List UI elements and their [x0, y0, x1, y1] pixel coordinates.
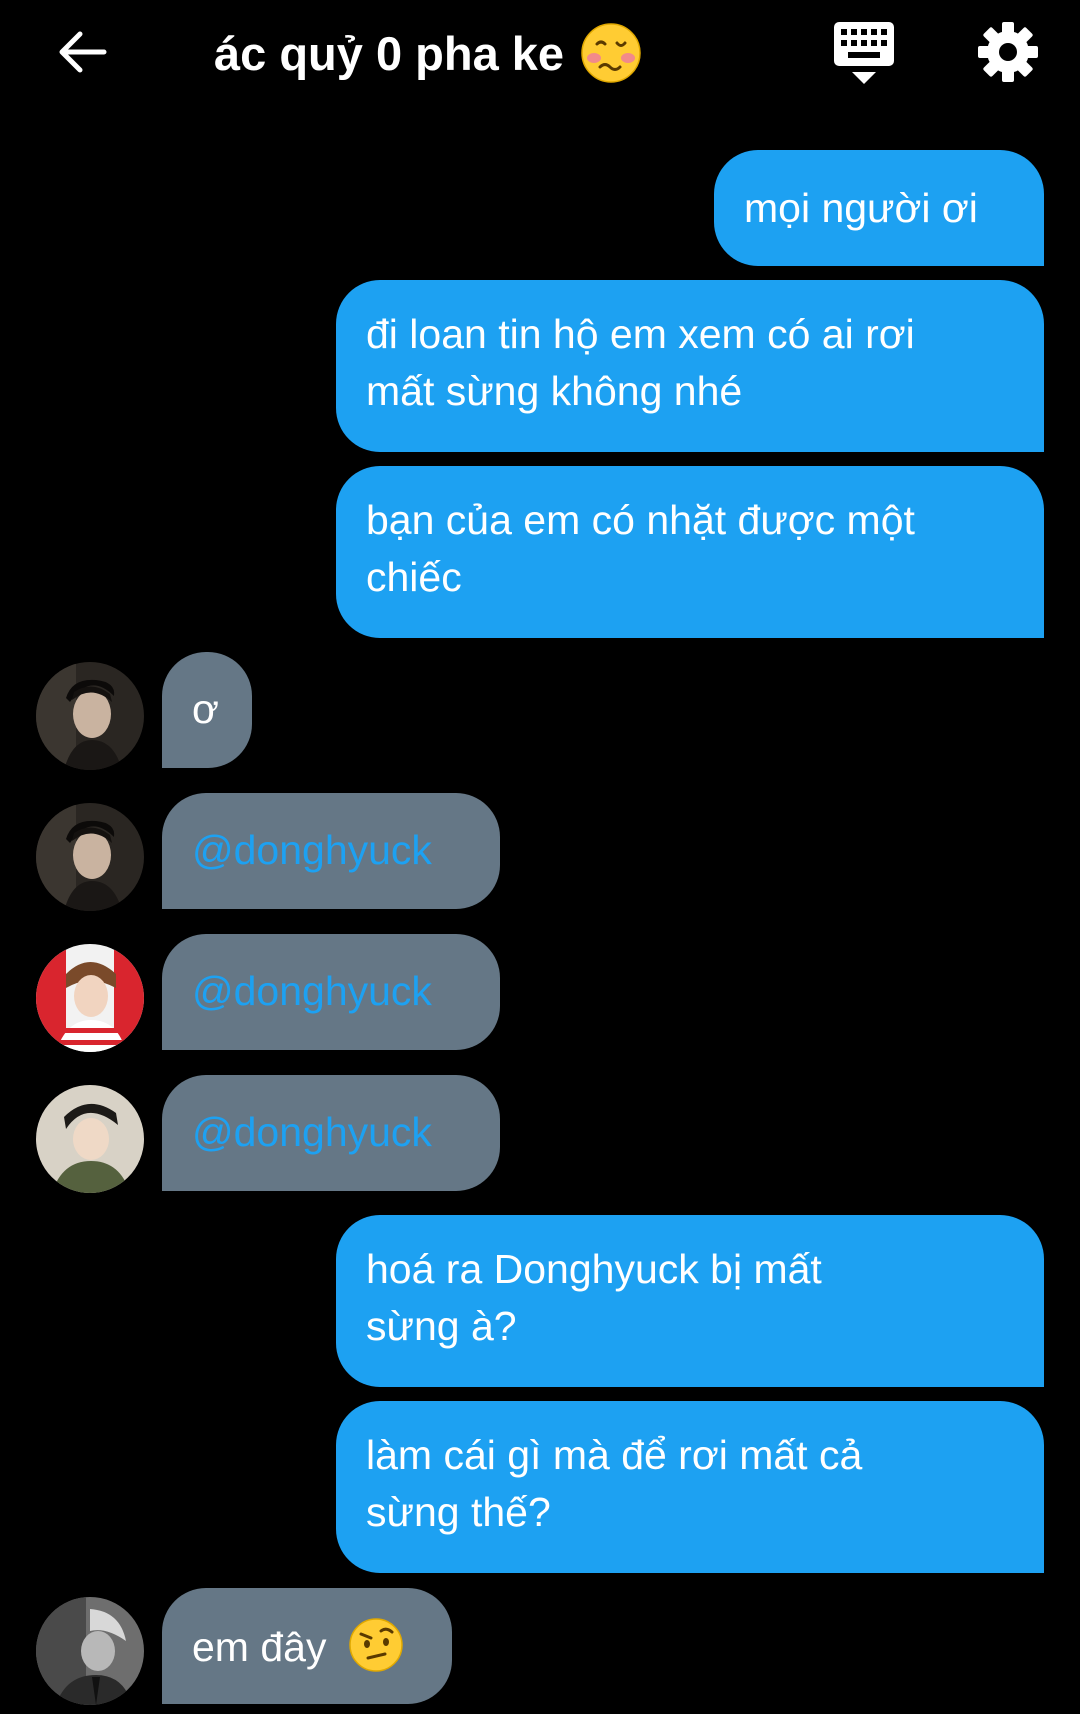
- message-text: ơ: [192, 686, 219, 732]
- avatar-user-1-image: [36, 662, 144, 770]
- outgoing-message[interactable]: bạn của em có nhặt được một chiếc: [336, 466, 1044, 638]
- avatar-user-4-image: [36, 1597, 144, 1705]
- chat-title-area[interactable]: ác quỷ 0 pha ke: [214, 18, 642, 88]
- user-mention-link[interactable]: @donghyuck: [192, 963, 470, 1020]
- avatar[interactable]: [36, 662, 144, 770]
- message-text-line: mất sừng không nhé: [366, 368, 743, 414]
- avatar[interactable]: [36, 803, 144, 911]
- message-text-line: chiếc: [366, 554, 462, 600]
- avatar-user-3-image: [36, 1085, 144, 1193]
- outgoing-message[interactable]: làm cái gì mà để rơi mất cả sừng thế?: [336, 1401, 1044, 1573]
- avatar-user-2-image: [36, 944, 144, 1052]
- arrow-left-icon: [59, 31, 107, 73]
- avatar-user-1-image: [36, 803, 144, 911]
- keyboard-button[interactable]: [832, 20, 896, 86]
- message-text: mọi người ơi: [744, 185, 978, 231]
- woozy-face-emoji-icon: [581, 23, 641, 83]
- outgoing-message[interactable]: đi loan tin hộ em xem có ai rơi mất sừng…: [336, 280, 1044, 452]
- back-button[interactable]: [52, 22, 112, 82]
- message-text-line: làm cái gì mà để rơi mất cả: [366, 1432, 863, 1478]
- avatar[interactable]: [36, 1597, 144, 1705]
- keyboard-icon: [834, 22, 894, 84]
- incoming-message[interactable]: ơ: [162, 652, 252, 768]
- incoming-message[interactable]: @donghyuck: [162, 1075, 500, 1191]
- avatar[interactable]: [36, 1085, 144, 1193]
- outgoing-message[interactable]: hoá ra Donghyuck bị mất sừng à?: [336, 1215, 1044, 1387]
- message-text-line: sừng thế?: [366, 1489, 551, 1535]
- message-text-line: hoá ra Donghyuck bị mất: [366, 1246, 822, 1292]
- outgoing-message[interactable]: mọi người ơi: [714, 150, 1044, 266]
- message-text-line: đi loan tin hộ em xem có ai rơi: [366, 311, 915, 357]
- settings-button[interactable]: [976, 20, 1040, 84]
- gear-icon: [978, 22, 1038, 82]
- incoming-message[interactable]: @donghyuck: [162, 793, 500, 909]
- user-mention-link[interactable]: @donghyuck: [192, 822, 470, 879]
- avatar[interactable]: [36, 944, 144, 1052]
- user-mention-link[interactable]: @donghyuck: [192, 1104, 470, 1161]
- incoming-message[interactable]: em đây: [162, 1588, 452, 1704]
- message-text-line: sừng à?: [366, 1303, 517, 1349]
- message-text-line: bạn của em có nhặt được một: [366, 497, 915, 543]
- chat-title: ác quỷ 0 pha ke: [214, 26, 565, 80]
- chat-header: ác quỷ 0 pha ke: [0, 0, 1080, 110]
- face-with-raised-eyebrow-emoji-icon: [349, 1618, 403, 1672]
- message-text: em đây: [192, 1624, 327, 1670]
- incoming-message[interactable]: @donghyuck: [162, 934, 500, 1050]
